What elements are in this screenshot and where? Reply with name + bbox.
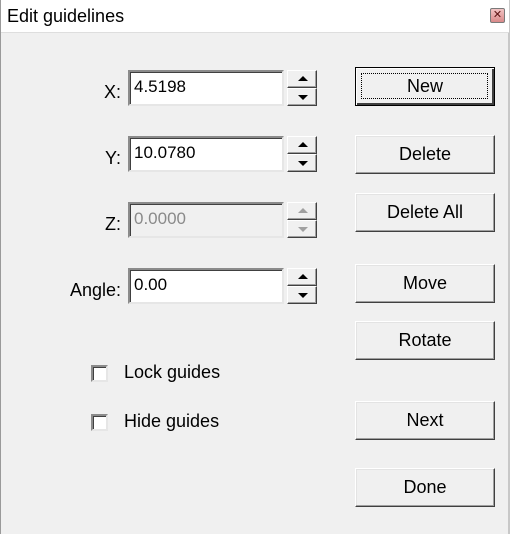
x-decrement-button[interactable] — [287, 88, 317, 106]
move-button[interactable]: Move — [355, 264, 495, 303]
lock-guides-checkbox[interactable] — [91, 365, 108, 382]
title-bar: Edit guidelines ✕ — [1, 0, 509, 33]
angle-label: Angle: — [69, 280, 121, 300]
angle-input[interactable]: 0.00 — [128, 268, 284, 304]
angle-spinner — [287, 268, 317, 304]
y-increment-button[interactable] — [287, 136, 317, 154]
angle-decrement-button[interactable] — [287, 286, 317, 304]
y-label: Y: — [104, 148, 121, 168]
new-button[interactable]: New — [355, 67, 495, 106]
y-decrement-button[interactable] — [287, 154, 317, 172]
x-increment-button[interactable] — [287, 70, 317, 88]
new-button-label: New — [406, 76, 443, 96]
close-icon: ✕ — [492, 8, 503, 21]
up-arrow-icon — [298, 274, 308, 279]
y-spinner — [287, 136, 317, 172]
window-title: Edit guidelines — [7, 6, 125, 26]
z-input: 0.0000 — [128, 202, 284, 238]
z-label: Z: — [105, 214, 121, 234]
x-label: X: — [103, 82, 121, 102]
up-arrow-icon — [298, 76, 308, 81]
x-spinner — [287, 70, 317, 106]
down-arrow-icon — [298, 293, 308, 298]
rotate-button[interactable]: Rotate — [355, 321, 495, 360]
hide-guides-checkbox[interactable] — [91, 414, 108, 431]
lock-guides-label: Lock guides — [124, 362, 221, 382]
z-increment-button — [287, 202, 317, 220]
edit-guidelines-dialog: Edit guidelines ✕ X: 4.5198 Y: 10.0780 Z… — [0, 0, 510, 534]
delete-all-button[interactable]: Delete All — [355, 193, 495, 232]
delete-button[interactable]: Delete — [355, 135, 495, 174]
y-input[interactable]: 10.0780 — [128, 136, 284, 172]
next-button[interactable]: Next — [355, 401, 495, 440]
down-arrow-icon — [298, 227, 308, 232]
z-decrement-button — [287, 220, 317, 238]
angle-increment-button[interactable] — [287, 268, 317, 286]
up-arrow-icon — [298, 208, 308, 213]
down-arrow-icon — [298, 95, 308, 100]
up-arrow-icon — [298, 142, 308, 147]
z-spinner — [287, 202, 317, 238]
down-arrow-icon — [298, 161, 308, 166]
done-button[interactable]: Done — [355, 468, 495, 507]
close-button[interactable]: ✕ — [490, 8, 505, 23]
x-input[interactable]: 4.5198 — [128, 70, 284, 106]
hide-guides-label: Hide guides — [124, 411, 220, 431]
